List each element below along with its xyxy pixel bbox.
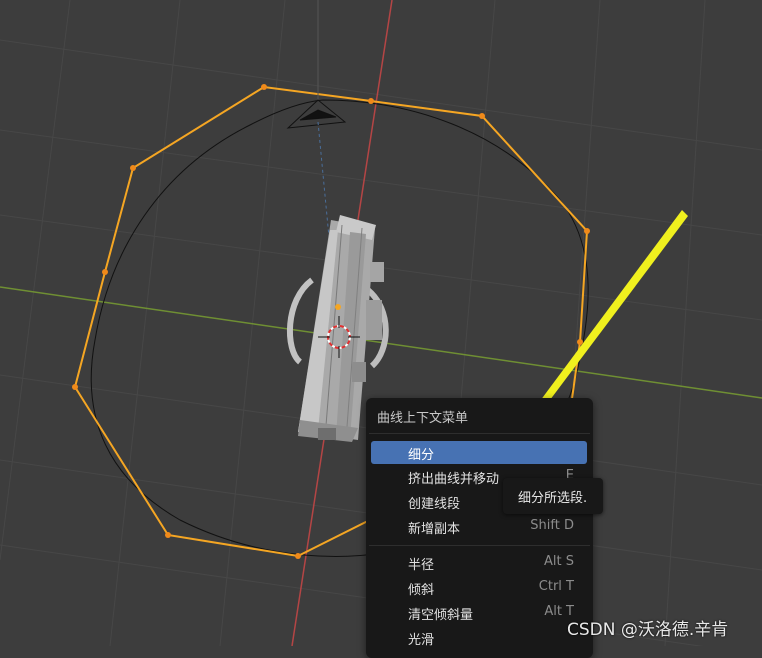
menu-item-label: 光滑 [408, 633, 435, 648]
subdivide-tooltip: 细分所选段. [503, 478, 603, 514]
menu-item-label: 新增副本 [408, 522, 461, 537]
menu-item-shortcut: Alt S [544, 554, 574, 569]
menu-item-shortcut: Shift D [530, 518, 574, 533]
menu-separator [369, 545, 590, 546]
menu-item-subdivide[interactable]: 细分 [371, 441, 587, 464]
menu-item-label: 半径 [408, 558, 435, 573]
object-origin-icon [335, 304, 341, 310]
menu-item-label: 创建线段 [408, 497, 461, 512]
curve-context-menu: 曲线上下文菜单 细分 挤出曲线并移动 E 创建线段 新增副本 Shift D 半… [366, 398, 593, 658]
menu-item-radius[interactable]: 半径 Alt S [371, 551, 587, 574]
menu-item-clear-tilt[interactable]: 清空倾斜量 Alt T [371, 601, 587, 624]
context-menu-title: 曲线上下文菜单 [377, 411, 469, 426]
menu-item-label: 倾斜 [408, 583, 435, 598]
menu-item-shortcut: Ctrl T [538, 579, 574, 594]
watermark: CSDN @沃洛德.辛肯 [567, 620, 729, 640]
menu-item-label: 细分 [408, 448, 435, 463]
menu-item-tilt[interactable]: 倾斜 Ctrl T [371, 576, 587, 599]
menu-item-duplicate[interactable]: 新增副本 Shift D [371, 515, 587, 538]
menu-item-label: 清空倾斜量 [408, 608, 474, 623]
menu-separator [369, 433, 590, 434]
tooltip-text: 细分所选段. [518, 491, 588, 506]
menu-item-label: 挤出曲线并移动 [408, 472, 500, 487]
